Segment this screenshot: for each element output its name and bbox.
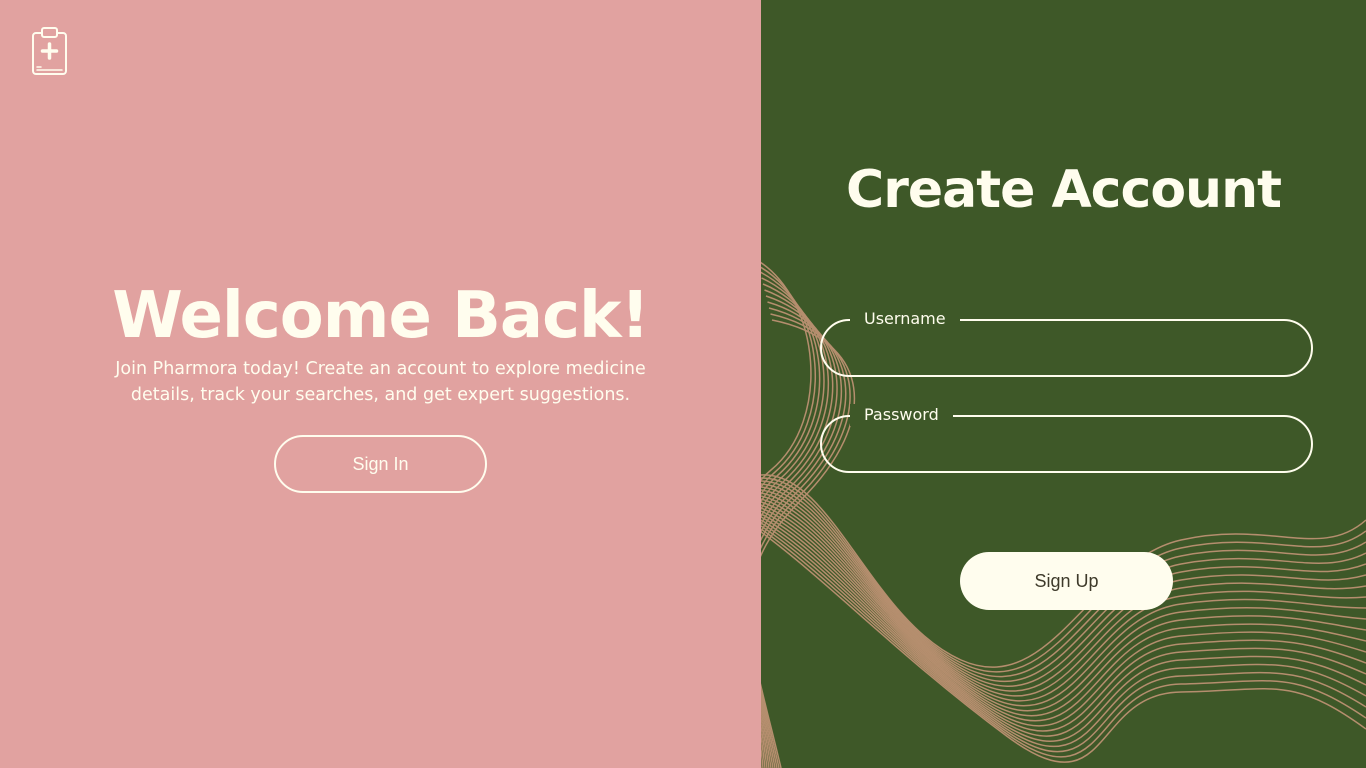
welcome-title: Welcome Back! [112, 279, 650, 353]
clipboard-medical-icon [32, 27, 67, 75]
create-account-panel: Create Account Username Password Sign Up [761, 0, 1366, 768]
password-field[interactable]: Password [820, 404, 1313, 473]
sign-in-button[interactable]: Sign In [274, 435, 487, 493]
wave-lines-decoration [761, 261, 1366, 768]
username-input[interactable] [842, 331, 1291, 367]
welcome-description: Join Pharmora today! Create an account t… [115, 359, 646, 405]
sign-up-button[interactable]: Sign Up [960, 552, 1173, 610]
password-input[interactable] [842, 427, 1291, 463]
welcome-panel: Welcome Back! Join Pharmora today! Creat… [0, 0, 761, 768]
create-account-title: Create Account [846, 160, 1282, 220]
username-field[interactable]: Username [820, 308, 1313, 377]
password-label: Password [850, 404, 953, 426]
username-label: Username [850, 308, 960, 330]
